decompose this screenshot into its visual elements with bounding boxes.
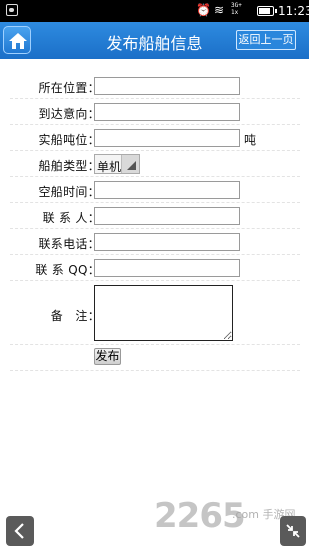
location-label: 所在位置： xyxy=(38,81,100,95)
wifi-icon: ≋ xyxy=(214,3,225,17)
form-row-remarks: 备 注： xyxy=(10,281,300,345)
form-row-phone: 联系电话： xyxy=(10,229,300,255)
form-row-ship-type: 船舶类型： 单机 xyxy=(10,151,300,177)
notification-app-icon xyxy=(6,4,18,16)
clock: 11:23 xyxy=(278,4,313,18)
phone-input[interactable] xyxy=(94,233,240,251)
remarks-label: 备 注： xyxy=(50,309,100,323)
qq-label: 联 系 QQ： xyxy=(35,263,100,277)
location-input[interactable] xyxy=(94,77,240,95)
app-header: 发布船舶信息 返回上一页 xyxy=(0,22,309,59)
network-type-bottom: 1x xyxy=(231,9,239,16)
alarm-icon: ⏰ xyxy=(196,3,211,17)
chevron-left-icon xyxy=(14,523,24,539)
network-indicator: 3G+ 1x xyxy=(231,2,242,16)
ship-type-select[interactable]: 单机 xyxy=(94,154,140,174)
form-row-qq: 联 系 QQ： xyxy=(10,255,300,281)
ship-type-value: 单机 xyxy=(97,160,122,174)
remarks-textarea[interactable] xyxy=(94,285,233,341)
empty-time-input[interactable] xyxy=(94,181,240,199)
battery-fill xyxy=(259,8,270,14)
phone-label: 联系电话： xyxy=(38,237,100,251)
form-row-location: 所在位置： xyxy=(10,73,300,99)
form-row-destination: 到达意向： xyxy=(10,99,300,125)
form-row-contact: 联 系 人： xyxy=(10,203,300,229)
form-row-empty-time: 空船时间： xyxy=(10,177,300,203)
contact-input[interactable] xyxy=(94,207,240,225)
status-bar: ⏰ ≋ 3G+ 1x 11:23 xyxy=(0,0,313,22)
network-type-top: 3G+ xyxy=(231,2,242,9)
destination-label: 到达意向： xyxy=(38,107,100,121)
contact-label: 联 系 人： xyxy=(42,211,100,225)
empty-time-label: 空船时间： xyxy=(38,185,100,199)
dropdown-arrow-icon xyxy=(121,155,139,173)
qq-input[interactable] xyxy=(94,259,240,277)
destination-input[interactable] xyxy=(94,103,240,121)
tonnage-label: 实船吨位： xyxy=(38,133,100,147)
overlay-back-button[interactable] xyxy=(6,516,34,546)
ship-type-label: 船舶类型： xyxy=(38,159,100,173)
collapse-icon xyxy=(286,524,300,538)
tonnage-unit: 吨 xyxy=(244,133,257,147)
tonnage-input[interactable] xyxy=(94,129,240,147)
battery-icon xyxy=(257,6,277,16)
form-row-submit: 发布 xyxy=(10,345,300,371)
form-row-tonnage: 实船吨位： 吨 xyxy=(10,125,300,151)
back-button[interactable]: 返回上一页 xyxy=(236,30,296,50)
overlay-collapse-button[interactable] xyxy=(280,516,306,546)
publish-button[interactable]: 发布 xyxy=(94,348,121,365)
